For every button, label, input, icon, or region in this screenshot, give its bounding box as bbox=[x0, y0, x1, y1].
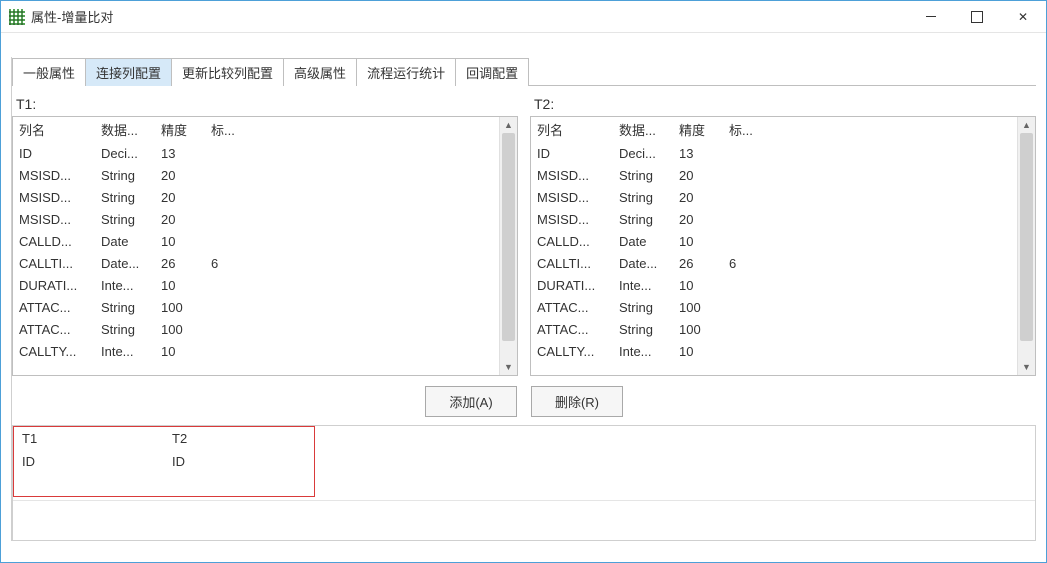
grid-t2[interactable]: 列名 数据... 精度 标... IDDeci...13MSISD...Stri… bbox=[531, 117, 1017, 375]
result-mapping[interactable]: T1 T2 ID ID bbox=[12, 425, 1036, 541]
col-header-prec[interactable]: 精度 bbox=[673, 117, 723, 142]
tabstrip: 一般属性 连接列配置 更新比较列配置 高级属性 流程运行统计 回调配置 bbox=[12, 57, 1036, 86]
col-header-dtype[interactable]: 数据... bbox=[95, 117, 155, 142]
table-row[interactable]: MSISD...String20 bbox=[13, 164, 499, 186]
col-header-scale[interactable]: 标... bbox=[723, 117, 773, 142]
window-maximize-button[interactable] bbox=[954, 1, 1000, 32]
table-row[interactable]: CALLD...Date10 bbox=[531, 230, 1017, 252]
col-header-name[interactable]: 列名 bbox=[531, 117, 613, 142]
table-row[interactable]: MSISD...String20 bbox=[531, 164, 1017, 186]
scroll-down-icon[interactable]: ▼ bbox=[1018, 359, 1035, 375]
tab-callback[interactable]: 回调配置 bbox=[455, 58, 529, 86]
pane-t2-label: T2: bbox=[530, 90, 1036, 116]
table-row[interactable]: IDDeci...13 bbox=[531, 142, 1017, 164]
app-icon bbox=[9, 9, 25, 25]
pane-t1-label: T1: bbox=[12, 90, 518, 116]
scrollbar-t2[interactable]: ▲ ▼ bbox=[1017, 117, 1035, 375]
scroll-up-icon[interactable]: ▲ bbox=[1018, 117, 1035, 133]
table-row[interactable]: MSISD...String20 bbox=[531, 186, 1017, 208]
table-row[interactable]: CALLTI...Date...266 bbox=[13, 252, 499, 274]
add-button[interactable]: 添加(A) bbox=[425, 386, 517, 417]
result-cell-t1[interactable]: ID bbox=[14, 450, 164, 473]
window-title: 属性-增量比对 bbox=[31, 7, 113, 26]
grid-t1[interactable]: 列名 数据... 精度 标... IDDeci...13MSISD...Stri… bbox=[13, 117, 499, 375]
result-header-t1[interactable]: T1 bbox=[14, 427, 164, 450]
table-row[interactable]: ATTAC...String100 bbox=[13, 318, 499, 340]
col-header-prec[interactable]: 精度 bbox=[155, 117, 205, 142]
result-row-empty bbox=[14, 473, 314, 496]
tab-update-compare[interactable]: 更新比较列配置 bbox=[171, 58, 284, 86]
table-row[interactable]: CALLTY...Inte...10 bbox=[531, 340, 1017, 362]
table-row[interactable]: IDDeci...13 bbox=[13, 142, 499, 164]
table-row[interactable]: CALLTI...Date...266 bbox=[531, 252, 1017, 274]
col-header-name[interactable]: 列名 bbox=[13, 117, 95, 142]
scroll-down-icon[interactable]: ▼ bbox=[500, 359, 517, 375]
result-cell-t2[interactable]: ID bbox=[164, 450, 314, 473]
window-minimize-button[interactable] bbox=[908, 1, 954, 32]
table-row[interactable]: ATTAC...String100 bbox=[13, 296, 499, 318]
table-row[interactable]: MSISD...String20 bbox=[13, 208, 499, 230]
delete-button[interactable]: 删除(R) bbox=[531, 386, 623, 417]
table-row[interactable]: DURATI...Inte...10 bbox=[531, 274, 1017, 296]
table-row[interactable]: ATTAC...String100 bbox=[531, 318, 1017, 340]
table-row[interactable]: MSISD...String20 bbox=[13, 186, 499, 208]
scrollbar-t1[interactable]: ▲ ▼ bbox=[499, 117, 517, 375]
window-close-button[interactable] bbox=[1000, 1, 1046, 32]
table-row[interactable]: DURATI...Inte...10 bbox=[13, 274, 499, 296]
table-row[interactable]: CALLD...Date10 bbox=[13, 230, 499, 252]
col-header-scale[interactable]: 标... bbox=[205, 117, 255, 142]
result-row: ID ID bbox=[14, 450, 314, 473]
scroll-up-icon[interactable]: ▲ bbox=[500, 117, 517, 133]
tab-general[interactable]: 一般属性 bbox=[12, 58, 86, 86]
col-header-dtype[interactable]: 数据... bbox=[613, 117, 673, 142]
table-row[interactable]: CALLTY...Inte...10 bbox=[13, 340, 499, 362]
titlebar: 属性-增量比对 bbox=[1, 1, 1046, 33]
pane-t2: T2: 列名 数据... 精度 bbox=[530, 90, 1036, 376]
tab-run-stats[interactable]: 流程运行统计 bbox=[356, 58, 456, 86]
tab-advanced[interactable]: 高级属性 bbox=[283, 58, 357, 86]
pane-t1: T1: 列名 数据... 精度 bbox=[12, 90, 518, 376]
result-header-t2[interactable]: T2 bbox=[164, 427, 314, 450]
tab-join-columns[interactable]: 连接列配置 bbox=[85, 58, 172, 86]
table-row[interactable]: MSISD...String20 bbox=[531, 208, 1017, 230]
table-row[interactable]: ATTAC...String100 bbox=[531, 296, 1017, 318]
